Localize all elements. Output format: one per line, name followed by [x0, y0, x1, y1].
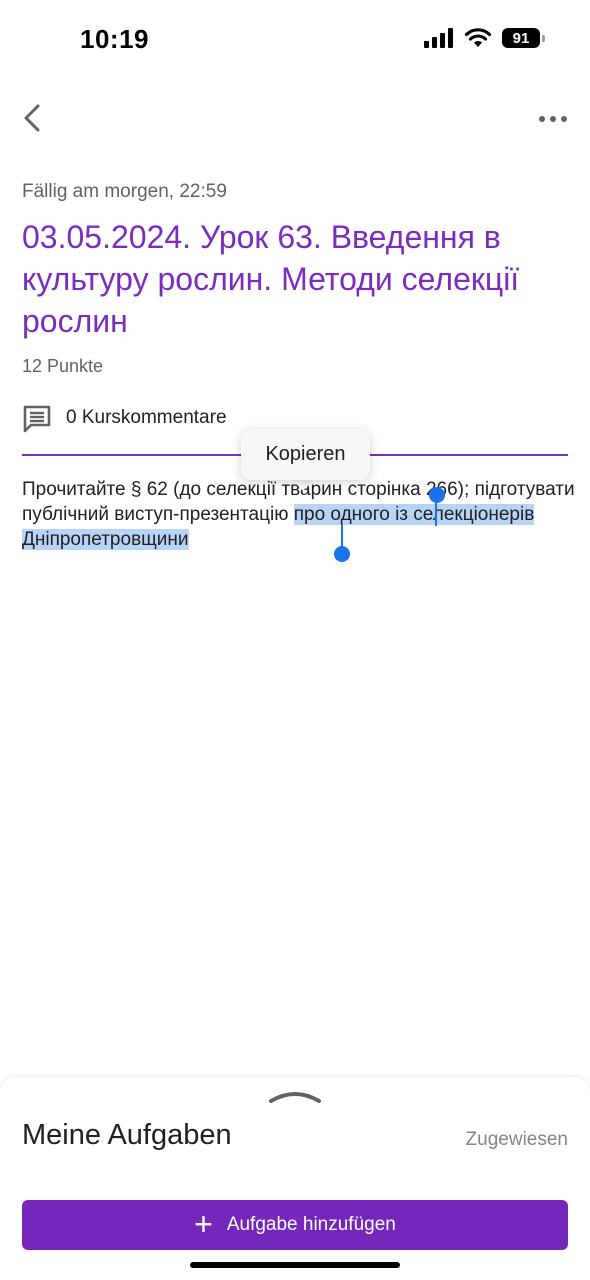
home-indicator — [190, 1262, 400, 1268]
class-comments-link[interactable]: 0 Kurskommentare — [22, 402, 227, 434]
assignment-title: 03.05.2024. Урок 63. Введення в культуру… — [22, 219, 520, 339]
copy-button[interactable]: Kopieren — [241, 429, 370, 480]
more-icon — [539, 116, 567, 122]
assignment-status: Zugewiesen — [465, 1129, 568, 1150]
add-work-button[interactable]: + Aufgabe hinzufügen — [22, 1200, 568, 1250]
selection-start-caret — [435, 500, 437, 526]
status-icons: 91 — [424, 28, 545, 48]
my-work-title: Meine Aufgaben — [22, 1119, 232, 1151]
add-work-label: Aufgabe hinzufügen — [226, 1214, 396, 1235]
top-app-bar — [0, 92, 590, 148]
back-arrow-icon — [24, 104, 40, 132]
comments-label: 0 Kurskommentare — [66, 407, 227, 428]
assignment-points: 12 Punkte — [22, 356, 104, 376]
more-options-button[interactable] — [536, 102, 570, 136]
battery-tip — [542, 35, 545, 42]
comment-icon — [23, 405, 51, 433]
status-time: 10:19 — [80, 24, 149, 54]
sheet-drag-handle[interactable] — [268, 1089, 322, 1105]
battery-icon: 91 — [502, 28, 545, 48]
bottom-sheet: Meine Aufgaben Zugewiesen + Aufgabe hinz… — [0, 1077, 590, 1280]
plus-icon: + — [194, 1205, 213, 1242]
back-button[interactable] — [14, 98, 54, 138]
battery-level: 91 — [512, 29, 530, 47]
wifi-icon — [464, 28, 492, 47]
selection-end-handle[interactable] — [334, 546, 350, 562]
due-date: Fällig am morgen, 22:59 — [22, 181, 227, 202]
chevron-up-icon — [269, 1092, 321, 1103]
status-bar: 10:19 91 — [0, 0, 590, 80]
signal-icon — [424, 28, 453, 48]
selection-start-handle[interactable] — [429, 487, 445, 503]
